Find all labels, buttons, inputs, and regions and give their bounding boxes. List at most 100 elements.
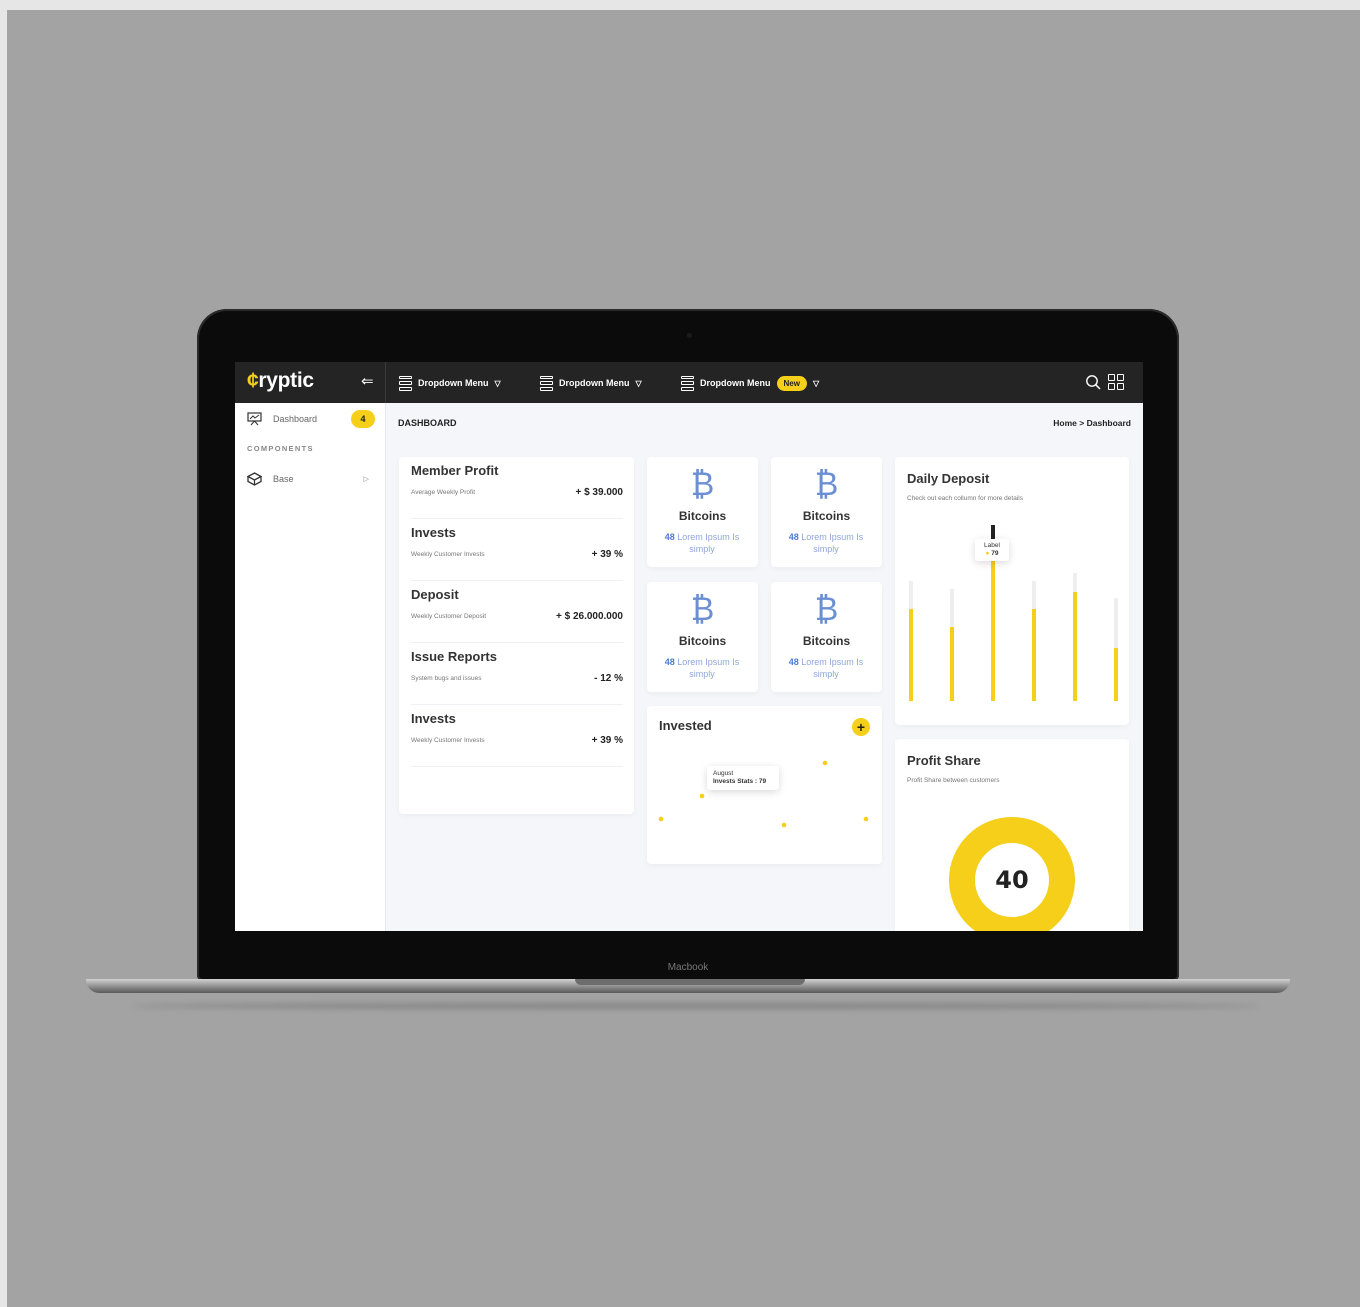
tooltip-value-row: ● 79	[977, 550, 1007, 558]
tooltip-value: 79	[991, 550, 999, 557]
dashboard-icon	[247, 412, 262, 426]
sidebar-item-label: Base	[273, 474, 294, 484]
bitcoin-icon: ₿	[690, 465, 715, 503]
dropdown-label: Dropdown Menu	[418, 378, 489, 388]
chart-point[interactable]	[699, 793, 705, 799]
bitcoin-card-desc: 48 Lorem Ipsum Is simply	[657, 656, 747, 680]
dot-icon: ●	[985, 550, 990, 557]
stat-subtitle: Weekly Customer Deposit	[411, 613, 487, 620]
breadcrumb-bar: DASHBOARD Home > Dashboard	[386, 403, 1143, 443]
bitcoin-card[interactable]: ₿ Bitcoins 48 Lorem Ipsum Is simply	[647, 457, 758, 567]
bar[interactable]	[909, 609, 913, 701]
bitcoin-icon: ₿	[814, 590, 839, 628]
laptop-brand: Macbook	[667, 962, 709, 973]
laptop-notch	[575, 979, 805, 985]
invested-tooltip: August Invests Stats : 79	[707, 766, 779, 790]
stat-title: Invests	[411, 711, 456, 726]
profit-share-title: Profit Share	[907, 753, 981, 768]
stats-card: Member Profit Average Weekly Profit + $ …	[399, 457, 634, 814]
sidebar-item-base[interactable]: Base ▷	[247, 469, 375, 489]
new-badge: New	[776, 375, 807, 391]
bar[interactable]	[1032, 609, 1036, 701]
bar[interactable]	[991, 557, 995, 701]
bitcoin-card-number: 48	[788, 532, 799, 542]
profit-share-value: 40	[995, 866, 1029, 894]
chart-point[interactable]	[658, 816, 664, 822]
stat-row: Invests Weekly Customer Invests + 39 %	[411, 519, 623, 581]
bitcoin-card[interactable]: ₿ Bitcoins 48 Lorem Ipsum Is simply	[647, 582, 758, 692]
stat-value: + 39 %	[591, 549, 623, 560]
stat-title: Invests	[411, 525, 456, 540]
stat-title: Issue Reports	[411, 649, 497, 664]
dropdown-label: Dropdown Menu	[700, 378, 771, 388]
daily-deposit-card: Daily Deposit Check out each collumn for…	[895, 457, 1129, 725]
stat-title: Deposit	[411, 587, 459, 602]
tooltip-month: August	[713, 770, 734, 777]
search-icon[interactable]	[1085, 374, 1101, 390]
camera	[687, 333, 692, 338]
menu-icon	[540, 375, 553, 391]
logo[interactable]: ¢ryptic	[247, 369, 314, 393]
chart-point[interactable]	[822, 760, 828, 766]
chart-point[interactable]	[863, 816, 869, 822]
stat-value: - 12 %	[594, 673, 623, 684]
menu-icon	[399, 375, 412, 391]
navbar-divider	[385, 362, 386, 403]
bitcoin-icon: ₿	[814, 465, 839, 503]
dropdown-menu-1[interactable]: Dropdown Menu ▽	[399, 374, 501, 392]
tooltip-text: Invests Stats : 79	[713, 778, 767, 785]
logo-text: ryptic	[258, 369, 314, 392]
arrow-left-icon[interactable]: ⇐	[361, 372, 374, 390]
logo-mark: ¢	[247, 369, 259, 392]
chevron-down-icon: ▽	[494, 378, 501, 388]
bitcoin-card[interactable]: ₿ Bitcoins 48 Lorem Ipsum Is simply	[771, 582, 882, 692]
profit-share-card: Profit Share Profit Share between custom…	[895, 739, 1129, 931]
stat-title: Member Profit	[411, 463, 499, 478]
bitcoin-card-text: Lorem Ipsum Is simply	[801, 657, 864, 679]
stat-subtitle: Average Weekly Profit	[411, 489, 476, 496]
sidebar-item-dashboard[interactable]: Dashboard 4	[247, 409, 375, 429]
bitcoin-card-title: Bitcoins	[802, 509, 851, 523]
dropdown-label: Dropdown Menu	[559, 378, 630, 388]
grid-icon[interactable]	[1108, 374, 1124, 390]
stat-row: Invests Weekly Customer Invests + 39 %	[411, 705, 623, 767]
breadcrumb[interactable]: Home > Dashboard	[1053, 418, 1131, 428]
sidebar-item-label: Dashboard	[273, 414, 318, 424]
menu-icon	[681, 375, 694, 391]
daily-deposit-chart	[909, 525, 1118, 701]
tooltip-label: Label	[984, 542, 1000, 549]
laptop-shadow	[130, 1003, 1260, 1009]
bitcoin-card-text: Lorem Ipsum Is simply	[677, 532, 740, 554]
chevron-down-icon: ▽	[812, 378, 820, 388]
section-heading: COMPONENTS	[247, 444, 314, 453]
bitcoin-card[interactable]: ₿ Bitcoins 48 Lorem Ipsum Is simply	[771, 457, 882, 567]
bar[interactable]	[1114, 648, 1118, 701]
dropdown-menu-3[interactable]: Dropdown Menu New ▽	[681, 374, 819, 392]
bitcoin-card-text: Lorem Ipsum Is simply	[677, 657, 740, 679]
deposit-tooltip: Label ● 79	[975, 539, 1009, 561]
stat-subtitle: Weekly Customer Invests	[411, 737, 485, 744]
chart-point[interactable]	[781, 822, 787, 828]
bitcoin-card-text: Lorem Ipsum Is simply	[801, 532, 864, 554]
bitcoin-card-title: Bitcoins	[802, 634, 851, 648]
notification-badge: 4	[351, 410, 375, 428]
stat-row: Deposit Weekly Customer Deposit + $ 26.0…	[411, 581, 623, 643]
stat-subtitle: System bugs and issues	[411, 675, 482, 682]
chevron-right-icon: ▷	[363, 476, 369, 483]
bar[interactable]	[950, 627, 954, 701]
stat-value: + $ 26.000.000	[555, 611, 623, 622]
sidebar: Dashboard 4 COMPONENTS Base ▷	[235, 403, 386, 931]
bitcoin-card-desc: 48 Lorem Ipsum Is simply	[781, 656, 871, 680]
stat-row: Issue Reports System bugs and issues - 1…	[411, 643, 623, 705]
bitcoin-card-title: Bitcoins	[678, 509, 727, 523]
dashboard-screen: ¢ryptic ⇐ Dropdown Menu ▽ Dropdown Menu …	[235, 362, 1143, 931]
stat-row: Member Profit Average Weekly Profit + $ …	[411, 457, 623, 519]
invested-card: Invested + August Invests Stats : 79	[647, 706, 882, 864]
stat-value: + 39 %	[591, 735, 623, 746]
bitcoin-icon: ₿	[690, 590, 715, 628]
bitcoin-card-number: 48	[664, 532, 675, 542]
profit-share-subtitle: Profit Share between customers	[907, 777, 1000, 784]
dropdown-menu-2[interactable]: Dropdown Menu ▽	[540, 374, 642, 392]
bitcoin-card-title: Bitcoins	[678, 634, 727, 648]
bar[interactable]	[1073, 592, 1077, 701]
